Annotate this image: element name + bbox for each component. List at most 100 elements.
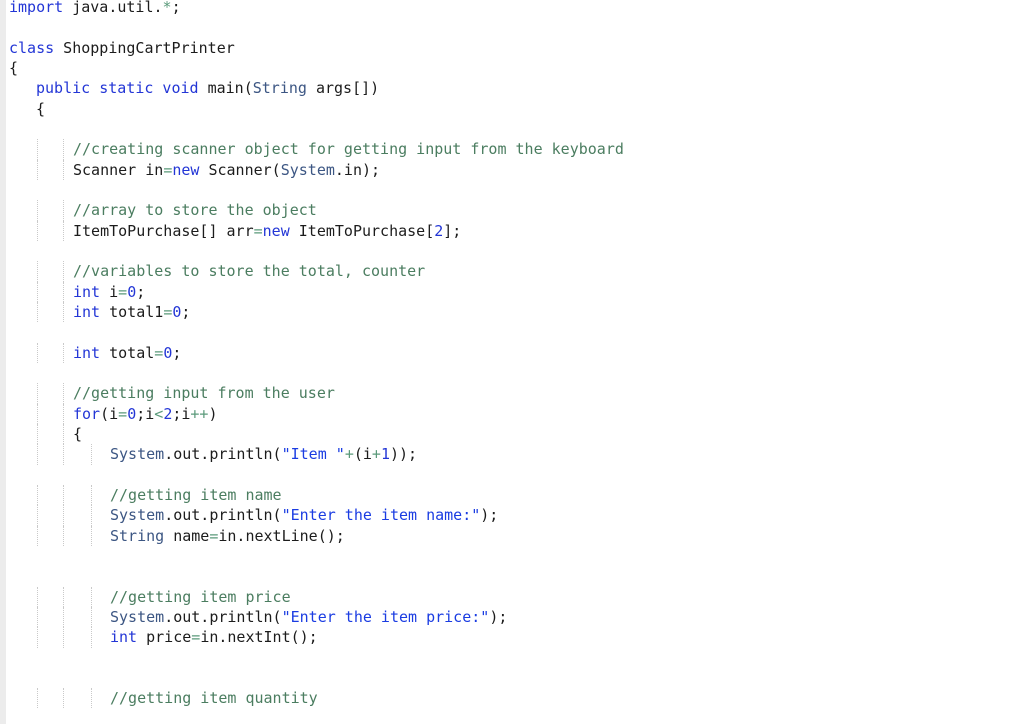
code-token: 0: [127, 404, 137, 423]
code-text: import java.util.*;: [9, 0, 181, 17]
code-token: =: [191, 628, 201, 647]
code-line[interactable]: [0, 17, 1024, 37]
code-text: for(i=0;i<2;i++): [73, 404, 218, 424]
code-line[interactable]: [0, 668, 1024, 688]
code-line[interactable]: System.out.println("Item "+(i+1));: [0, 444, 1024, 465]
code-line[interactable]: //getting item name: [0, 484, 1024, 506]
code-line[interactable]: [0, 363, 1024, 383]
indent-guide: [63, 159, 64, 180]
code-line[interactable]: public static void main(String args[]): [0, 78, 1024, 98]
code-line[interactable]: for(i=0;i<2;i++): [0, 403, 1024, 424]
code-line[interactable]: [0, 322, 1024, 342]
code-line[interactable]: {: [0, 58, 1024, 78]
code-line[interactable]: [0, 119, 1024, 139]
code-line[interactable]: int total=0;: [0, 342, 1024, 363]
code-line[interactable]: [0, 180, 1024, 200]
indent-guide: [63, 200, 64, 221]
code-token: new: [172, 160, 200, 179]
code-text: System.out.println("Enter the item price…: [110, 607, 507, 627]
indent-guide: [37, 139, 38, 160]
code-token: Scanner(: [199, 160, 281, 179]
code-editor[interactable]: import java.util.*; class ShoppingCartPri…: [0, 0, 1024, 709]
indent-guide: [37, 627, 38, 648]
code-line[interactable]: //getting input from the user: [0, 383, 1024, 404]
code-text: String name=in.nextLine();: [110, 526, 345, 546]
code-line[interactable]: [0, 465, 1024, 485]
code-token: ];: [443, 221, 462, 240]
code-text: System.out.println("Enter the item name:…: [110, 505, 498, 525]
indent-guide: [63, 220, 64, 241]
code-line[interactable]: System.out.println("Enter the item price…: [0, 606, 1024, 628]
indent-guide: [63, 606, 64, 628]
code-token: String: [110, 526, 165, 545]
indent-guide: [37, 342, 38, 363]
code-token: int: [73, 282, 101, 301]
code-token: total: [100, 343, 155, 362]
code-line[interactable]: String name=in.nextLine();: [0, 525, 1024, 546]
code-token: //getting item name: [110, 485, 282, 504]
code-token: int: [73, 343, 101, 362]
indent-guide: [37, 261, 38, 282]
code-token: "Enter the item name:": [281, 506, 481, 525]
indent-guide: [63, 301, 64, 323]
code-token: i: [100, 282, 119, 301]
code-line[interactable]: System.out.println("Enter the item name:…: [0, 505, 1024, 526]
code-token: (i: [353, 445, 372, 464]
code-token: //getting input from the user: [73, 384, 335, 403]
indent-guide: [63, 525, 64, 546]
code-line[interactable]: {: [0, 99, 1024, 119]
indent-guide: [63, 484, 64, 506]
code-text: class ShoppingCartPrinter: [9, 38, 235, 58]
code-token: );: [480, 506, 499, 525]
code-line[interactable]: //getting item quantity: [0, 688, 1024, 709]
indent-guide: [63, 342, 64, 363]
code-line[interactable]: import java.util.*;: [0, 0, 1024, 17]
indent-guide: [37, 586, 38, 607]
indent-guide: [63, 139, 64, 160]
indent-guide: [37, 688, 38, 709]
code-token: in.nextLine();: [218, 526, 345, 545]
code-line[interactable]: //getting item price: [0, 586, 1024, 607]
code-token: 2: [434, 221, 444, 240]
code-token: .out.println(: [164, 607, 282, 626]
indent-guide: [63, 423, 64, 445]
code-line[interactable]: [0, 566, 1024, 586]
code-line[interactable]: //creating scanner object for getting in…: [0, 139, 1024, 160]
indent-guide: [91, 484, 92, 506]
code-token: {: [73, 424, 83, 443]
code-token: +: [371, 445, 381, 464]
code-token: //variables to store the total, counter: [73, 262, 426, 281]
code-line[interactable]: int total1=0;: [0, 301, 1024, 323]
code-text: //getting item price: [110, 587, 291, 607]
code-token: 1: [380, 445, 390, 464]
code-token: *: [162, 0, 172, 16]
indent-guide: [91, 627, 92, 648]
code-text: {: [36, 99, 45, 119]
code-line[interactable]: ItemToPurchase[] arr=new ItemToPurchase[…: [0, 220, 1024, 241]
code-token: =: [118, 282, 128, 301]
code-token: ;: [181, 302, 191, 321]
indent-guide: [91, 586, 92, 607]
code-line[interactable]: int price=in.nextInt();: [0, 627, 1024, 648]
code-line[interactable]: [0, 241, 1024, 261]
indent-guide: [91, 525, 92, 546]
code-text: int i=0;: [73, 282, 145, 302]
code-token: (i: [100, 404, 119, 423]
code-line[interactable]: //variables to store the total, counter: [0, 261, 1024, 282]
indent-guide: [37, 281, 38, 302]
indent-guide: [37, 606, 38, 628]
code-line[interactable]: {: [0, 423, 1024, 445]
code-token: int: [110, 628, 138, 647]
code-token: //getting item quantity: [110, 689, 318, 708]
code-line[interactable]: [0, 546, 1024, 566]
code-token: String: [252, 79, 307, 98]
code-line[interactable]: //array to store the object: [0, 200, 1024, 221]
code-token: {: [36, 99, 46, 118]
code-text: int total=0;: [73, 343, 181, 363]
code-token: class: [9, 38, 55, 57]
code-line[interactable]: [0, 648, 1024, 668]
code-token: ItemToPurchase[] arr: [73, 221, 254, 240]
code-line[interactable]: Scanner in=new Scanner(System.in);: [0, 159, 1024, 180]
code-line[interactable]: int i=0;: [0, 281, 1024, 302]
code-line[interactable]: class ShoppingCartPrinter: [0, 38, 1024, 58]
